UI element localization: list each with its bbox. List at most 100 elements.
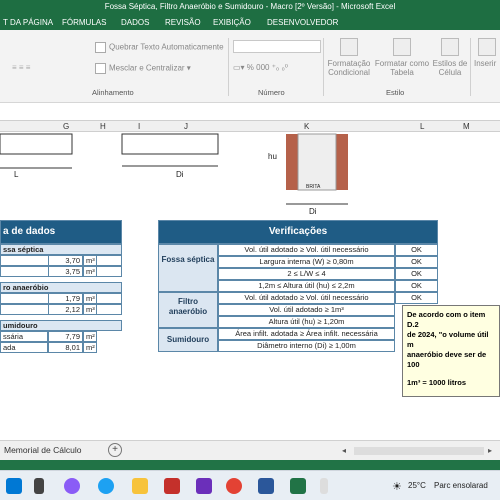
tab-data[interactable]: DADOS xyxy=(121,18,149,27)
file-explorer-icon[interactable] xyxy=(132,478,148,494)
tab-page-layout[interactable]: T DA PÁGINA xyxy=(3,18,53,27)
check-text: Área infilt. adotada ≥ Área infilt. nece… xyxy=(218,328,395,340)
unit-cell: m³ xyxy=(83,266,97,277)
column-header[interactable]: G xyxy=(63,122,69,131)
window-title: Fossa Séptica, Filtro Anaeróbio e Sumido… xyxy=(104,2,396,11)
chrome-icon[interactable] xyxy=(226,478,242,494)
value-cell[interactable]: 3,75 xyxy=(48,266,83,277)
temperature: 25°C xyxy=(408,481,426,490)
tab-developer[interactable]: DESENVOLVEDOR xyxy=(267,18,338,27)
divider xyxy=(228,38,229,96)
insert-button[interactable]: Inserir xyxy=(474,59,496,68)
divider xyxy=(470,38,471,96)
merge-icon xyxy=(95,63,106,74)
number-format-select[interactable] xyxy=(233,40,321,53)
excel-icon[interactable] xyxy=(290,478,306,494)
check-text: Diâmetro interno (Di) ≥ 1,00m xyxy=(218,340,395,352)
value-cell[interactable]: 7,79 xyxy=(48,331,83,342)
format-table-button[interactable]: Formatar como Tabela xyxy=(374,59,430,77)
style-group-label: Estilo xyxy=(386,88,405,97)
value-cell[interactable]: 2,12 xyxy=(48,304,83,315)
check-text: Vol. útil adotado ≥ Vol. útil necessário xyxy=(218,244,395,256)
section-header: ro anaeróbio xyxy=(0,282,122,293)
check-status: OK xyxy=(395,244,438,256)
column-header[interactable]: H xyxy=(100,122,106,131)
brita-label: BRITA xyxy=(306,184,321,190)
insert-icon xyxy=(478,38,496,56)
sheet-tabs-bar: Memorial de Cálculo + ◂ ▸ xyxy=(0,440,500,460)
number-format-buttons[interactable]: ▭▾ % 000 ⁺₀ ₀⁰ xyxy=(233,63,288,72)
cell-styles-button[interactable]: Estilos de Célula xyxy=(430,59,470,77)
column-header[interactable]: M xyxy=(463,122,470,131)
check-status: OK xyxy=(395,292,438,304)
septic-tank-drawing xyxy=(0,133,73,155)
check-text: Vol. útil adotado ≥ 1m³ xyxy=(218,304,395,316)
label-Di: Di xyxy=(176,170,184,179)
weather-icon: ☀ xyxy=(392,481,402,493)
align-buttons[interactable]: ≡ ≡ ≡ xyxy=(12,63,30,72)
check-text: 1,2m ≤ Altura útil (hu) ≤ 2,2m xyxy=(218,280,395,292)
edge-icon[interactable] xyxy=(98,478,114,494)
group-label: Sumidouro xyxy=(158,328,218,352)
verifications-title: Verificações xyxy=(158,220,438,244)
add-sheet-icon[interactable]: + xyxy=(108,443,122,457)
group-label: Fossa séptica xyxy=(158,244,218,292)
column-header[interactable]: I xyxy=(138,122,140,131)
value-cell[interactable]: 3,70 xyxy=(48,255,83,266)
group-label: Filtro anaeróbio xyxy=(158,292,218,328)
conditional-format-icon xyxy=(340,38,358,56)
drawing-area xyxy=(0,133,348,205)
section-header: ssa séptica xyxy=(0,244,122,255)
ribbon: Quebrar Texto Automaticamente Mesclar e … xyxy=(0,30,500,103)
section-header: umidouro xyxy=(0,320,122,331)
check-status: OK xyxy=(395,280,438,292)
wrap-text-button[interactable]: Quebrar Texto Automaticamente xyxy=(95,42,224,53)
gravel-core xyxy=(297,133,337,191)
tab-view[interactable]: EXIBIÇÃO xyxy=(213,18,251,27)
format-table-icon xyxy=(393,38,411,56)
filter-drawing xyxy=(121,133,219,155)
column-header[interactable]: L xyxy=(420,122,424,131)
column-header[interactable]: J xyxy=(184,122,188,131)
label-L: L xyxy=(14,170,19,179)
check-text: Largura interna (W) ≥ 0,80m xyxy=(218,256,395,268)
check-text: 2 ≤ L/W ≤ 4 xyxy=(218,268,395,280)
wrap-text-icon xyxy=(95,42,106,53)
unit-cell: m³ xyxy=(83,293,97,304)
divider xyxy=(323,38,324,96)
tab-review[interactable]: REVISÃO xyxy=(165,18,201,27)
merge-center-button[interactable]: Mesclar e Centralizar ▾ xyxy=(95,63,191,74)
column-header[interactable]: K xyxy=(304,122,309,131)
weather-text: Parc ensolarad xyxy=(434,481,488,490)
scroll-right-icon[interactable]: ▸ xyxy=(488,446,492,455)
windows-start-icon[interactable] xyxy=(6,478,22,494)
horizontal-scrollbar[interactable] xyxy=(354,447,484,455)
wall-left xyxy=(286,134,298,190)
pdf-icon[interactable] xyxy=(164,478,180,494)
ribbon-tabs: T DA PÁGINA FÓRMULAS DADOS REVISÃO EXIBI… xyxy=(0,14,500,30)
data-table-title: a de dados xyxy=(0,220,122,244)
tab-formulas[interactable]: FÓRMULAS xyxy=(62,18,106,27)
check-status: OK xyxy=(395,256,438,268)
check-text: Altura útil (hu) ≥ 1,20m xyxy=(218,316,395,328)
number-group-label: Número xyxy=(258,88,285,97)
currency-icon: ▭▾ xyxy=(233,63,247,72)
unit-cell: m² xyxy=(83,331,97,342)
wall-right xyxy=(336,134,348,190)
alignment-group-label: Alinhamento xyxy=(92,88,134,97)
word-icon[interactable] xyxy=(258,478,274,494)
app-icon[interactable] xyxy=(196,478,212,494)
copilot-icon[interactable] xyxy=(64,478,80,494)
app-icon[interactable] xyxy=(320,478,328,494)
task-view-icon[interactable] xyxy=(34,478,44,494)
scroll-left-icon[interactable]: ◂ xyxy=(342,446,346,455)
status-bar xyxy=(0,460,500,470)
label-hu: hu xyxy=(268,152,277,161)
unit-cell: m³ xyxy=(83,304,97,315)
decimal-icon: ⁺₀ ₀⁰ xyxy=(269,63,288,72)
conditional-format-button[interactable]: Formatação Condicional xyxy=(326,59,372,77)
sheet-tab-memorial[interactable]: Memorial de Cálculo xyxy=(4,445,81,455)
value-cell[interactable]: 1,79 xyxy=(48,293,83,304)
value-cell[interactable]: 8,01 xyxy=(48,342,83,353)
column-headers: G H I J K L M xyxy=(0,120,500,132)
